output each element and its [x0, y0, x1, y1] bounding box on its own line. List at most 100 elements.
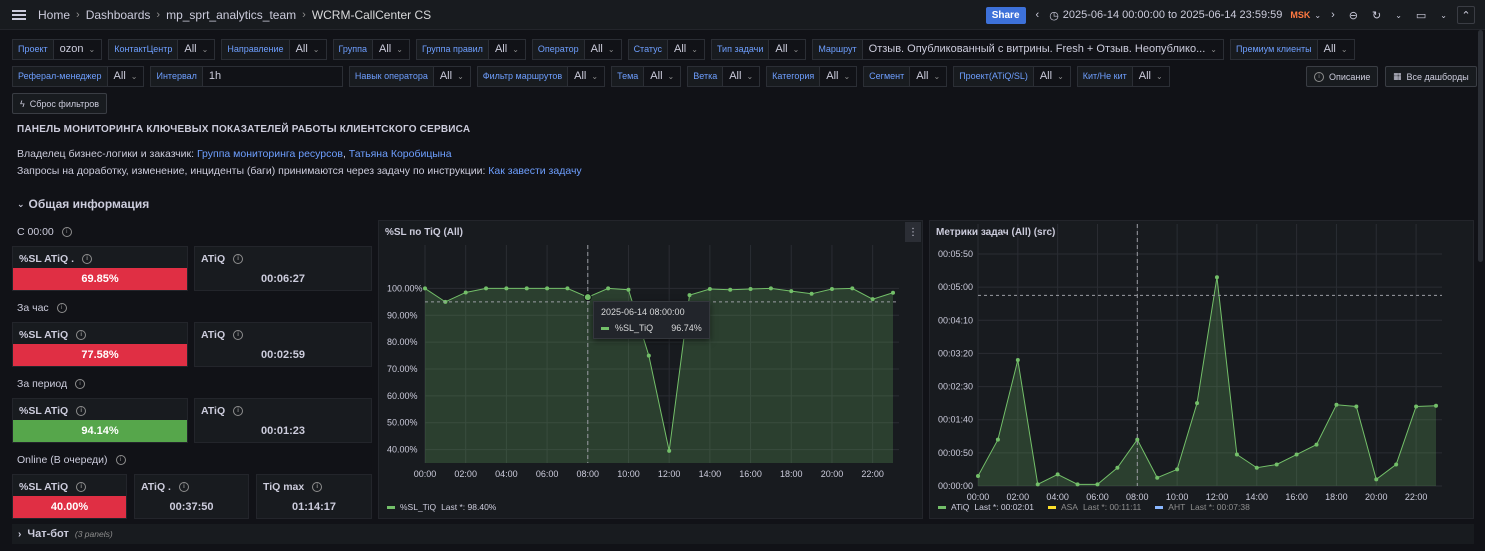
panel-sl-by-tiq[interactable]: 40.00% 50.00% 60.00% 70.00% 80.00% 90.00% 100.… [378, 220, 923, 519]
refresh-icon[interactable]: ↻ [1368, 9, 1385, 22]
tasks-chart-svg[interactable]: 00:00:00 00:00:50 00:01:40 00:02:30 00:03:20… [930, 221, 1475, 520]
panel-menu-icon[interactable]: ⋮ [905, 222, 921, 242]
stat-tiq-max-online[interactable]: TiQ max i 01:14:17 [256, 474, 372, 519]
tv-mode-icon[interactable]: ▭ [1412, 9, 1430, 22]
stat-sl-period[interactable]: %SL ATiQ i 94.14% [12, 398, 188, 443]
variable-select[interactable]: All ⌄ [910, 65, 948, 87]
legend-item-atiq[interactable]: ATiQ Last *: 00:02:01 [938, 502, 1034, 512]
data-point [829, 286, 834, 291]
info-icon[interactable]: i [233, 406, 244, 416]
stat-label: %SL ATiQ [19, 405, 69, 417]
requests-link[interactable]: Как завести задачу [488, 165, 581, 177]
variable-select[interactable]: All ⌄ [584, 38, 622, 60]
legend-series-name: AHT [1168, 502, 1186, 512]
group-title-text: За час [17, 302, 49, 314]
variable-select[interactable]: 1h [202, 65, 343, 87]
variable-value: All [1323, 43, 1336, 55]
share-button[interactable]: Share [985, 6, 1026, 24]
row-general-info[interactable]: ⌄ Общая информация [17, 197, 149, 211]
time-back-icon[interactable]: ‹ [1032, 9, 1044, 21]
scrollbar[interactable] [1478, 30, 1483, 262]
variable-value: All [439, 70, 453, 82]
variable-value: All [184, 43, 197, 55]
info-icon[interactable]: i [76, 406, 87, 416]
variable-select[interactable]: All ⌄ [178, 38, 216, 60]
stat-atiq-online[interactable]: ATiQ . i 00:37:50 [134, 474, 249, 519]
variable-select[interactable]: All ⌄ [107, 65, 145, 87]
breadcrumb-folder[interactable]: mp_sprt_analytics_team [166, 8, 296, 22]
variable-row1-3: Группа All ⌄ [332, 38, 410, 60]
sl-chart-svg[interactable]: 40.00% 50.00% 60.00% 70.00% 80.00% 90.00% 100.… [379, 221, 924, 520]
variable-select[interactable]: All ⌄ [289, 38, 327, 60]
stat-sl-online[interactable]: %SL ATiQ i 40.00% [12, 474, 127, 519]
variable-select[interactable]: All ⌄ [373, 38, 410, 60]
variable-select[interactable]: All ⌄ [433, 65, 471, 87]
stat-atiq-since-midnight[interactable]: ATiQ i 00:06:27 [194, 246, 372, 291]
stat-atiq-period[interactable]: ATiQ i 00:01:23 [194, 398, 372, 443]
reset-filters-button[interactable]: ϟ Сброс фильтров [12, 93, 108, 114]
owner-link-person[interactable]: Татьяна Коробицына [349, 148, 452, 160]
stat-sl-since-midnight[interactable]: %SL ATiQ . i 69.85% [12, 246, 188, 291]
data-point [891, 290, 895, 295]
info-icon[interactable]: i [61, 227, 72, 237]
info-icon[interactable]: i [75, 379, 86, 389]
variable-select[interactable]: Отзыв. Опубликованный с витрины. Fresh +… [862, 38, 1224, 60]
variable-row2-0: Реферал-менеджер All ⌄ [12, 65, 145, 87]
menu-icon[interactable] [12, 9, 26, 20]
info-icon[interactable]: i [233, 330, 244, 340]
row-general-info-title: Общая информация [28, 197, 150, 211]
breadcrumb-dashboards[interactable]: Dashboards [86, 8, 151, 22]
series-swatch [1047, 505, 1056, 509]
legend-series-name: ASA [1060, 502, 1078, 512]
data-point [687, 293, 692, 298]
tv-mode-chevron-icon[interactable]: ⌄ [1436, 11, 1451, 20]
info-icon[interactable]: i [178, 482, 189, 492]
variable-select[interactable]: All ⌄ [723, 65, 761, 87]
legend-item-aht[interactable]: AHT Last *: 00:07:38 [1155, 502, 1250, 512]
stat-sl-last-hour[interactable]: %SL ATiQ i 77.58% [12, 322, 188, 367]
x-tick-label: 08:00 [1126, 492, 1149, 502]
legend-item[interactable]: %SL_TiQ Last *: 98.40% [387, 502, 496, 512]
variable-select[interactable]: All ⌄ [644, 65, 682, 87]
variable-row2-3: Фильтр маршрутов All ⌄ [476, 65, 606, 87]
info-icon[interactable]: i [115, 455, 126, 465]
owner-link-group[interactable]: Группа мониторинга ресурсов [197, 148, 343, 160]
variable-select[interactable]: All ⌄ [488, 38, 526, 60]
x-tick-label: 18:00 [1325, 492, 1348, 502]
legend-item-asa[interactable]: ASA Last *: 00:11:11 [1047, 502, 1141, 512]
stat-atiq-last-hour[interactable]: ATiQ i 00:02:59 [194, 322, 372, 367]
breadcrumb-separator-icon: › [302, 8, 306, 21]
info-icon[interactable]: i [76, 482, 87, 492]
info-text-panel: ПАНЕЛЬ МОНИТОРИНГА КЛЮЧЕВЫХ ПОКАЗАТЕЛЕЙ … [17, 124, 582, 182]
variable-label: Проект [12, 38, 54, 60]
variable-select[interactable]: All ⌄ [568, 65, 606, 87]
time-range-picker[interactable]: ◷ 2025-06-14 00:00:00 to 2025-06-14 23:5… [1049, 9, 1321, 22]
info-icon[interactable]: i [56, 303, 67, 313]
description-button[interactable]: i Описание [1306, 66, 1379, 87]
variable-select[interactable]: All ⌄ [1132, 65, 1170, 87]
variable-select[interactable]: All ⌄ [769, 38, 807, 60]
variable-select[interactable]: All ⌄ [668, 38, 705, 60]
variable-select[interactable]: ozon ⌄ [53, 38, 103, 60]
y-tick-label: 100.00% [387, 283, 423, 293]
panel-task-metrics[interactable]: 00:00:00 00:00:50 00:01:40 00:02:30 00:03:20… [929, 220, 1474, 519]
data-point [504, 286, 509, 291]
variable-select[interactable]: All ⌄ [820, 65, 858, 87]
data-point [789, 289, 794, 294]
time-forward-icon[interactable]: › [1327, 9, 1339, 21]
breadcrumb-home[interactable]: Home [38, 8, 70, 22]
info-icon[interactable]: i [82, 254, 93, 264]
zoom-out-icon[interactable]: ⊖ [1345, 9, 1362, 22]
variable-row2-1: Интервал 1h [150, 65, 343, 87]
refresh-interval-chevron-icon[interactable]: ⌄ [1391, 11, 1406, 20]
legend-series-name: %SL_TiQ [400, 502, 437, 512]
variable-select[interactable]: All ⌄ [1317, 38, 1355, 60]
all-dashboards-button[interactable]: ▦ Все дашборды [1385, 66, 1477, 87]
info-icon[interactable]: i [76, 330, 87, 340]
info-icon[interactable]: i [312, 482, 323, 492]
variable-label: Проект(ATiQ/SL) [953, 65, 1034, 87]
row-chatbot[interactable]: › Чат-бот (3 panels) [12, 524, 1474, 544]
expand-icon[interactable]: ⌃ [1457, 6, 1475, 24]
info-icon[interactable]: i [233, 254, 244, 264]
variable-select[interactable]: All ⌄ [1033, 65, 1071, 87]
